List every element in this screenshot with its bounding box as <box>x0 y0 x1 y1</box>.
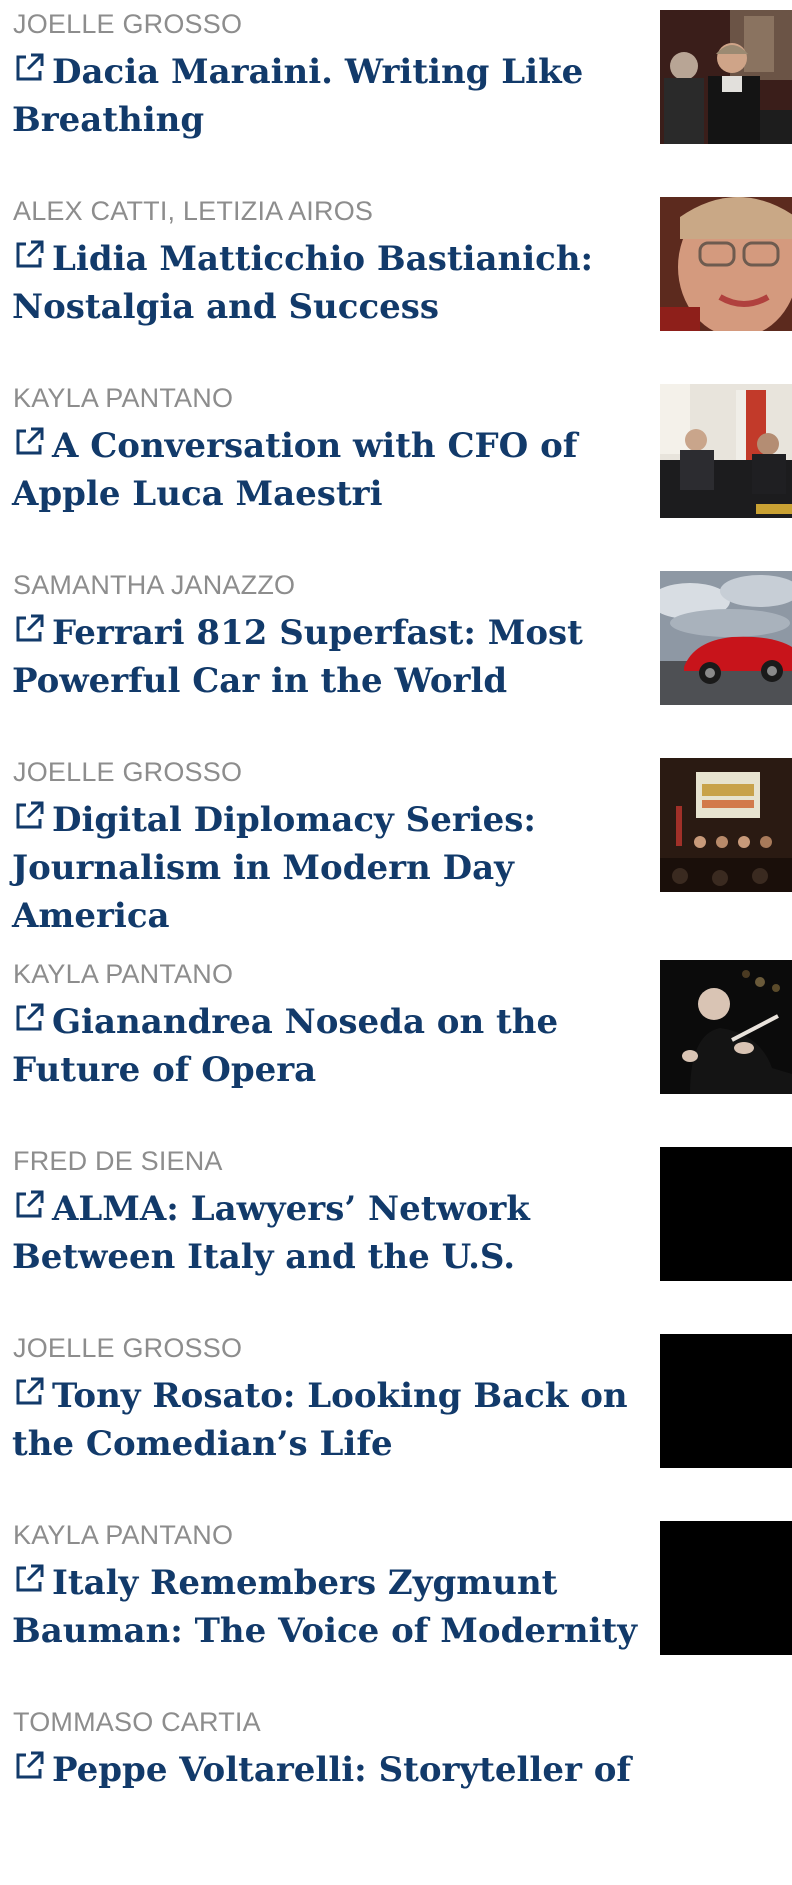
article-title-link[interactable]: Gianandrea Noseda on the Future of Opera <box>12 998 652 1094</box>
article-author: JOELLE GROSSO <box>13 9 243 39</box>
external-link-icon <box>16 53 44 81</box>
article-title-link[interactable]: Italy Remembers Zygmunt Bauman: The Voic… <box>12 1559 652 1655</box>
article-author: ALEX CATTI, LETIZIA AIROS <box>13 196 374 226</box>
external-link-icon <box>16 240 44 268</box>
photo-black <box>660 1521 792 1655</box>
photo-panel-conversation <box>660 384 792 518</box>
external-link-icon <box>16 801 44 829</box>
article-title-link[interactable]: Digital Diplomacy Series: Journalism in … <box>12 796 652 940</box>
article-thumbnail[interactable] <box>660 197 792 331</box>
article-title: Italy Remembers Zygmunt Bauman: The Voic… <box>12 1563 637 1651</box>
article-title-link[interactable]: Lidia Matticchio Bastianich: Nostalgia a… <box>12 235 652 331</box>
article-title: Ferrari 812 Superfast: Most Powerful Car… <box>12 613 583 701</box>
article-title: ALMA: Lawyers’ Network Between Italy and… <box>12 1189 530 1277</box>
article-title-link[interactable]: Peppe Voltarelli: Storyteller of <box>12 1746 652 1794</box>
photo-red-ferrari <box>660 571 792 705</box>
article-item: ALEX CATTI, LETIZIA AIROS Lidia Matticch… <box>0 187 792 374</box>
article-thumbnail[interactable] <box>660 384 792 518</box>
article-author: SAMANTHA JANAZZO <box>13 570 296 600</box>
article-item: JOELLE GROSSO Dacia Maraini. Writing Lik… <box>0 0 792 187</box>
article-item: JOELLE GROSSO Tony Rosato: Looking Back … <box>0 1324 792 1511</box>
article-thumbnail[interactable] <box>660 571 792 705</box>
article-title: Dacia Maraini. Writing Like Breathing <box>12 52 584 140</box>
external-link-icon <box>16 1190 44 1218</box>
article-title: Digital Diplomacy Series: Journalism in … <box>12 800 536 936</box>
article-item: TOMMASO CARTIA Peppe Voltarelli: Storyte… <box>0 1698 792 1885</box>
article-thumbnail[interactable] <box>660 758 792 892</box>
article-thumbnail[interactable] <box>660 1334 792 1468</box>
photo-conference-screen <box>660 758 792 892</box>
article-item: KAYLA PANTANO A Conversation with CFO of… <box>0 374 792 561</box>
article-author: KAYLA PANTANO <box>13 1520 234 1550</box>
external-link-icon <box>16 427 44 455</box>
photo-black <box>660 1147 792 1281</box>
external-link-icon <box>16 1377 44 1405</box>
photo-woman-portrait-glasses <box>660 197 792 331</box>
article-title-link[interactable]: A Conversation with CFO of Apple Luca Ma… <box>12 422 652 518</box>
article-item: SAMANTHA JANAZZO Ferrari 812 Superfast: … <box>0 561 792 748</box>
article-author: TOMMASO CARTIA <box>13 1707 261 1737</box>
article-author: JOELLE GROSSO <box>13 757 243 787</box>
article-title: Lidia Matticchio Bastianich: Nostalgia a… <box>12 239 594 327</box>
article-title: A Conversation with CFO of Apple Luca Ma… <box>12 426 578 514</box>
article-title-link[interactable]: ALMA: Lawyers’ Network Between Italy and… <box>12 1185 652 1281</box>
article-author: KAYLA PANTANO <box>13 383 234 413</box>
photo-two-women-at-event <box>660 10 792 144</box>
article-title-link[interactable]: Tony Rosato: Looking Back on the Comedia… <box>12 1372 652 1468</box>
article-item: JOELLE GROSSO Digital Diplomacy Series: … <box>0 748 792 936</box>
article-item: FRED DE SIENA ALMA: Lawyers’ Network Bet… <box>0 1137 792 1324</box>
external-link-icon <box>16 614 44 642</box>
external-link-icon <box>16 1564 44 1592</box>
article-item: KAYLA PANTANO Gianandrea Noseda on the F… <box>0 950 792 1137</box>
article-item: KAYLA PANTANO Italy Remembers Zygmunt Ba… <box>0 1511 792 1698</box>
external-link-icon <box>16 1003 44 1031</box>
external-link-icon <box>16 1751 44 1779</box>
article-title: Tony Rosato: Looking Back on the Comedia… <box>12 1376 628 1464</box>
photo-conductor <box>660 960 792 1094</box>
article-title: Gianandrea Noseda on the Future of Opera <box>12 1002 559 1090</box>
article-thumbnail[interactable] <box>660 1521 792 1655</box>
article-author: KAYLA PANTANO <box>13 959 234 989</box>
article-title: Peppe Voltarelli: Storyteller of <box>52 1750 632 1790</box>
article-thumbnail[interactable] <box>660 10 792 144</box>
article-author: JOELLE GROSSO <box>13 1333 243 1363</box>
article-thumbnail[interactable] <box>660 1147 792 1281</box>
article-thumbnail[interactable] <box>660 960 792 1094</box>
article-author: FRED DE SIENA <box>13 1146 223 1176</box>
photo-black <box>660 1334 792 1468</box>
article-title-link[interactable]: Dacia Maraini. Writing Like Breathing <box>12 48 652 144</box>
article-title-link[interactable]: Ferrari 812 Superfast: Most Powerful Car… <box>12 609 652 705</box>
